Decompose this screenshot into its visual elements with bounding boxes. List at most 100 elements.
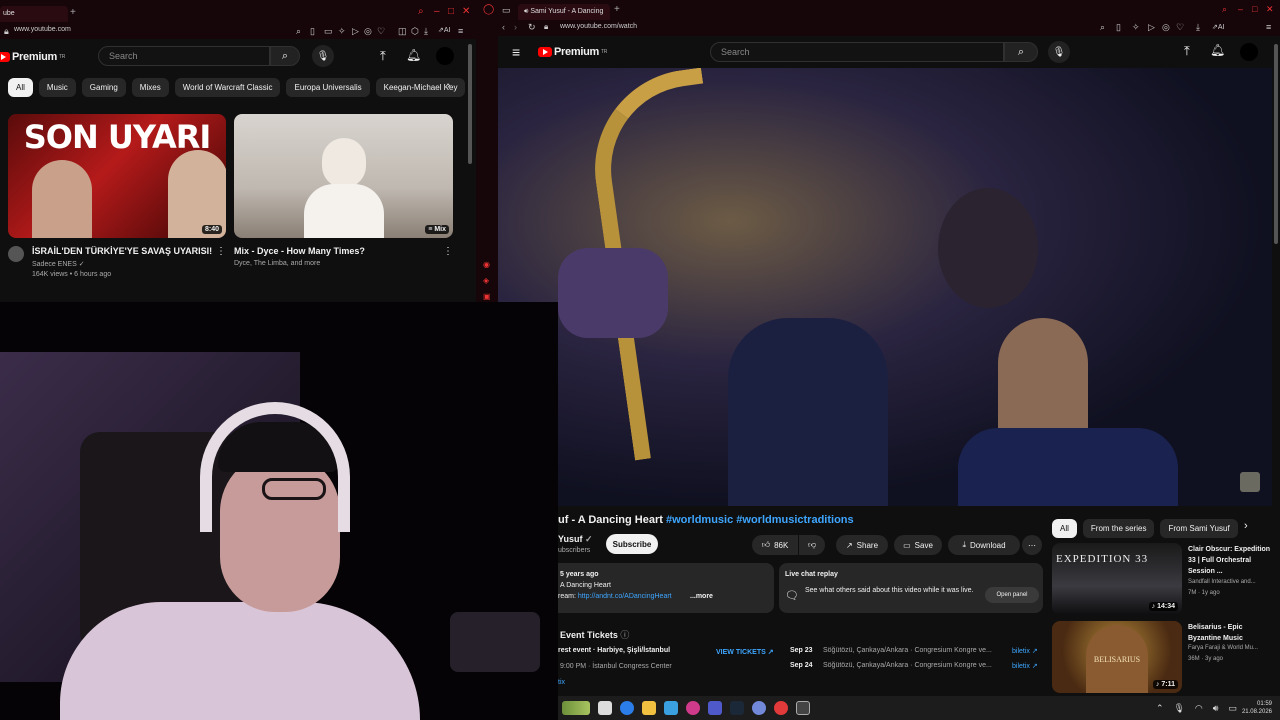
subscribe-button[interactable]: Subscribe: [606, 534, 658, 554]
close-icon[interactable]: ✕: [462, 6, 470, 17]
cube-icon[interactable]: ⬡: [411, 26, 419, 37]
ticket-link[interactable]: biletix ↗: [1012, 662, 1038, 670]
camera-icon[interactable]: ◎: [1162, 22, 1170, 33]
chip-from-sami-yusuf[interactable]: From Sami Yusuf: [1160, 519, 1238, 538]
channel-avatar[interactable]: [8, 246, 24, 262]
more-options-icon[interactable]: ⋮: [443, 246, 453, 257]
minimize-icon[interactable]: –: [434, 6, 440, 17]
chip-all[interactable]: All: [8, 78, 33, 97]
bell-icon[interactable]: 🔔︎: [406, 48, 421, 62]
wallet-icon[interactable]: ◫: [398, 26, 407, 37]
maximize-icon[interactable]: □: [1252, 4, 1257, 14]
opera-icon[interactable]: [774, 701, 788, 715]
mic-tray-icon[interactable]: 🎙︎: [1173, 703, 1184, 714]
description-box[interactable]: 5 years ago A Dancing Heart ream: http:/…: [558, 563, 774, 613]
more-options-icon[interactable]: ⋮: [216, 246, 226, 257]
file-explorer-icon[interactable]: [642, 701, 656, 715]
back-icon[interactable]: ‹: [502, 22, 505, 32]
recommendation-title[interactable]: Belisarius - Epic Byzantine Music: [1188, 622, 1272, 644]
wifi-icon[interactable]: ◠: [1195, 703, 1203, 714]
voice-search-button[interactable]: 🎙︎: [1048, 41, 1070, 63]
video-title[interactable]: İSRAİL'DEN TÜRKİYE'YE SAVAŞ UYARISI!: [32, 246, 212, 256]
volume-icon[interactable]: 🔊︎: [1213, 703, 1219, 714]
new-tab-icon[interactable]: +: [614, 4, 620, 15]
teams-icon[interactable]: [708, 701, 722, 715]
extension-icon[interactable]: ✧: [338, 26, 346, 37]
weather-widget-icon[interactable]: [562, 701, 590, 715]
chevron-right-icon[interactable]: ›: [447, 80, 450, 91]
more-link[interactable]: ...more: [688, 593, 713, 600]
zoom-icon[interactable]: ⌕: [296, 26, 301, 37]
avatar[interactable]: [436, 47, 454, 65]
channel-name[interactable]: Sadece ENES ✓: [32, 260, 85, 268]
cast-icon[interactable]: ▭: [324, 26, 333, 37]
open-panel-button[interactable]: Open panel: [985, 587, 1039, 603]
chip-music[interactable]: Music: [38, 78, 76, 97]
play-icon[interactable]: ▷: [352, 26, 359, 37]
voice-search-button[interactable]: 🎙︎: [312, 45, 334, 67]
search-tabs-icon[interactable]: ⌕: [1222, 4, 1227, 15]
zoom-icon[interactable]: ⌕: [1100, 22, 1105, 33]
chip-europa[interactable]: Europa Universalis: [286, 78, 370, 97]
youtube-logo[interactable]: Premium TR: [0, 51, 65, 63]
forward-icon[interactable]: ›: [514, 22, 517, 32]
video-title[interactable]: Mix - Dyce - How Many Times?: [234, 246, 365, 256]
new-tab-icon[interactable]: +: [70, 7, 76, 18]
search-button[interactable]: ⌕: [270, 46, 300, 66]
search-tabs-icon[interactable]: ⌕: [418, 6, 424, 17]
chip-from-series[interactable]: From the series: [1082, 519, 1155, 538]
heart-icon[interactable]: ♡: [1176, 22, 1184, 33]
hamburger-menu-icon[interactable]: ≡: [512, 44, 520, 60]
clock[interactable]: 01:59 21.08.2026: [1242, 700, 1272, 716]
more-actions-button[interactable]: ⋯: [1022, 535, 1042, 555]
info-icon[interactable]: ⓘ: [620, 630, 629, 640]
share-button[interactable]: ↗ Share: [836, 535, 888, 555]
maximize-icon[interactable]: □: [448, 6, 454, 17]
download-button[interactable]: ⤓ Download: [948, 535, 1020, 555]
reload-icon[interactable]: ↻: [528, 22, 536, 33]
scrollbar[interactable]: [468, 44, 472, 164]
video-thumbnail[interactable]: SON UYARI 8:40: [8, 114, 226, 238]
sidebar-icon-1[interactable]: ◉: [483, 260, 490, 269]
ai-icon[interactable]: ⇗AI: [438, 26, 450, 34]
ticket-provider-link[interactable]: tix: [558, 679, 565, 686]
bookmark-icon[interactable]: ▯: [310, 26, 315, 37]
ai-icon[interactable]: ⇗AI: [1212, 23, 1224, 31]
opera-logo-icon[interactable]: ◯: [483, 4, 494, 15]
opera-gx-icon[interactable]: [686, 701, 700, 715]
recommendation-title[interactable]: Clair Obscur: Expedition 33 | Full Orche…: [1188, 544, 1272, 577]
recommendation-thumbnail[interactable]: EXPEDITION 33 ♪ 14:34: [1052, 543, 1182, 615]
tab-youtube[interactable]: ube: [0, 6, 68, 22]
chip-wow-classic[interactable]: World of Warcraft Classic: [174, 78, 281, 97]
ticket-link[interactable]: biletix ↗: [1012, 647, 1038, 655]
sidebar-icon-2[interactable]: ◈: [483, 276, 489, 285]
close-icon[interactable]: ✕: [1266, 4, 1274, 15]
save-button[interactable]: ▭ Save: [894, 535, 942, 555]
channel-watermark-icon[interactable]: [1240, 472, 1260, 492]
camera-icon[interactable]: ◎: [364, 26, 372, 37]
task-view-icon[interactable]: [598, 701, 612, 715]
sidebar-icon-3[interactable]: ▣: [483, 292, 491, 301]
video-player[interactable]: [498, 68, 1272, 506]
hashtag-links[interactable]: #worldmusic #worldmusictraditions: [666, 514, 854, 526]
download-icon[interactable]: ⤓: [424, 26, 428, 37]
tab-list-icon[interactable]: ▭: [502, 5, 511, 16]
description-link[interactable]: http://andnt.co/ADancingHeart: [578, 593, 672, 600]
battery-icon[interactable]: ▭: [1228, 703, 1237, 714]
heart-icon[interactable]: ♡: [377, 26, 385, 37]
minimize-icon[interactable]: –: [1238, 4, 1243, 14]
chevron-right-icon[interactable]: ›: [1244, 520, 1248, 532]
mail-icon[interactable]: [664, 701, 678, 715]
discord-icon[interactable]: [752, 701, 766, 715]
obs-icon[interactable]: [796, 701, 810, 715]
tab-active[interactable]: 🔊︎ Sami Yusuf - A Dancing: [518, 4, 610, 20]
chip-all[interactable]: All: [1052, 519, 1077, 538]
view-tickets-link[interactable]: VIEW TICKETS ↗: [716, 648, 774, 656]
youtube-logo[interactable]: Premium TR: [538, 46, 607, 58]
recommendation-thumbnail[interactable]: BELISARIUS ♪ 7:11: [1052, 621, 1182, 693]
edge-browser-icon[interactable]: [620, 701, 634, 715]
download-icon[interactable]: ⤓: [1196, 22, 1200, 33]
tray-expand-icon[interactable]: ⌃: [1156, 703, 1164, 714]
dislike-button[interactable]: 👎︎: [799, 535, 825, 555]
steam-icon[interactable]: [730, 701, 744, 715]
